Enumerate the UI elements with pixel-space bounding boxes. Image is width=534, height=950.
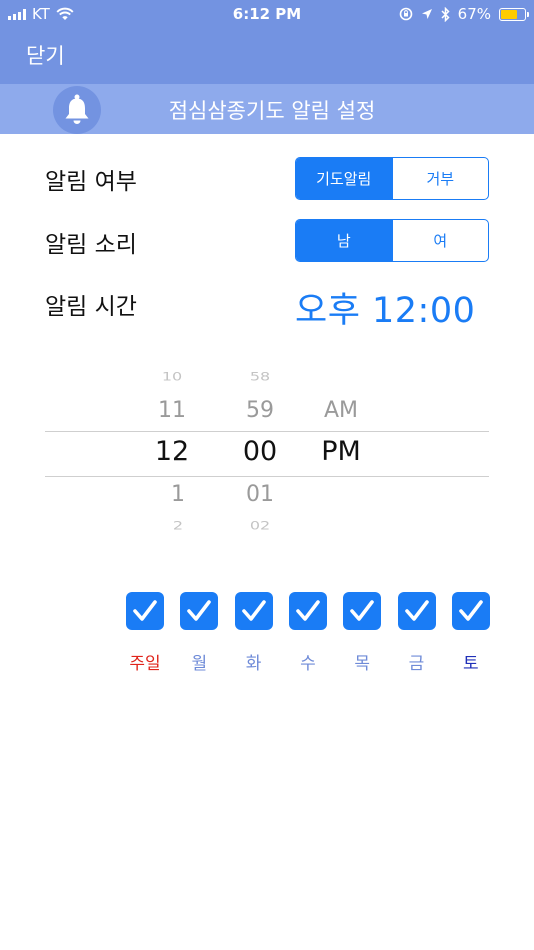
picker-selection-bottom-line [45,476,489,477]
checkmark-icon[interactable] [126,592,164,630]
alarm-on-option[interactable]: 기도알림 [296,158,392,199]
picker-period-above[interactable]: AM [324,398,358,423]
day-label: 금 [408,654,425,674]
day-label: 월 [191,654,208,674]
day-checkbox[interactable] [451,592,490,630]
picker-minute-far-below[interactable]: 02 [250,519,270,532]
day-label: 주일 [129,654,161,674]
alarm-time-value[interactable]: 오후 12:00 [295,282,475,333]
picker-selection-top-line [45,431,489,432]
checkmark-icon[interactable] [180,592,219,630]
picker-minute-selected[interactable]: 00 [243,436,277,467]
checkmark-icon[interactable] [451,592,490,630]
alarm-sound-label: 알림 소리 [45,232,137,258]
status-bar: KT 6:12 PM 67% [0,0,534,30]
checkmark-icon[interactable] [234,592,273,630]
day-label: 목 [354,654,370,674]
alarm-off-option[interactable]: 거부 [391,158,489,199]
picker-hour-selected[interactable]: 12 [155,436,189,467]
day-checkbox[interactable] [234,592,273,630]
bluetooth-icon [441,6,450,22]
day-label: 수 [300,654,316,674]
day-label: 화 [245,654,262,674]
checkmark-icon[interactable] [288,592,327,630]
day-checkbox[interactable] [180,592,219,630]
alarm-enabled-segment: 기도알림 거부 [295,157,489,200]
checkmark-icon[interactable] [343,592,382,630]
alarm-enabled-label: 알림 여부 [45,169,137,195]
battery-icon [499,7,529,21]
day-checkbox[interactable] [343,592,382,630]
location-icon [421,9,432,19]
day-checkbox[interactable] [126,592,164,630]
sound-female-option[interactable]: 여 [391,220,489,261]
alarm-time-label: 알림 시간 [45,294,137,320]
day-checkbox[interactable] [288,592,327,630]
picker-minute-above[interactable]: 59 [246,398,274,423]
battery-percent: 67% [457,5,491,23]
picker-hour-below[interactable]: 1 [171,482,185,507]
picker-minute-far-above[interactable]: 58 [250,370,270,383]
sound-male-option[interactable]: 남 [296,220,392,261]
picker-hour-far-above[interactable]: 10 [162,370,182,383]
picker-period-selected[interactable]: PM [321,436,361,467]
close-button[interactable]: 닫기 [26,40,65,70]
picker-hour-far-below[interactable]: 2 [173,519,183,532]
picker-hour-above[interactable]: 11 [158,398,186,423]
day-checkbox[interactable] [397,592,436,630]
picker-minute-below[interactable]: 01 [246,482,274,507]
alarm-sound-segment: 남 여 [295,219,489,262]
page-title: 점심삼종기도 알림 설정 [168,99,376,123]
time-picker[interactable]: 10 11 12 1 2 58 59 00 01 02 AM PM [45,362,489,540]
day-label: 토 [462,654,479,674]
checkmark-icon[interactable] [397,592,436,630]
lock-rotation-icon [399,7,412,21]
